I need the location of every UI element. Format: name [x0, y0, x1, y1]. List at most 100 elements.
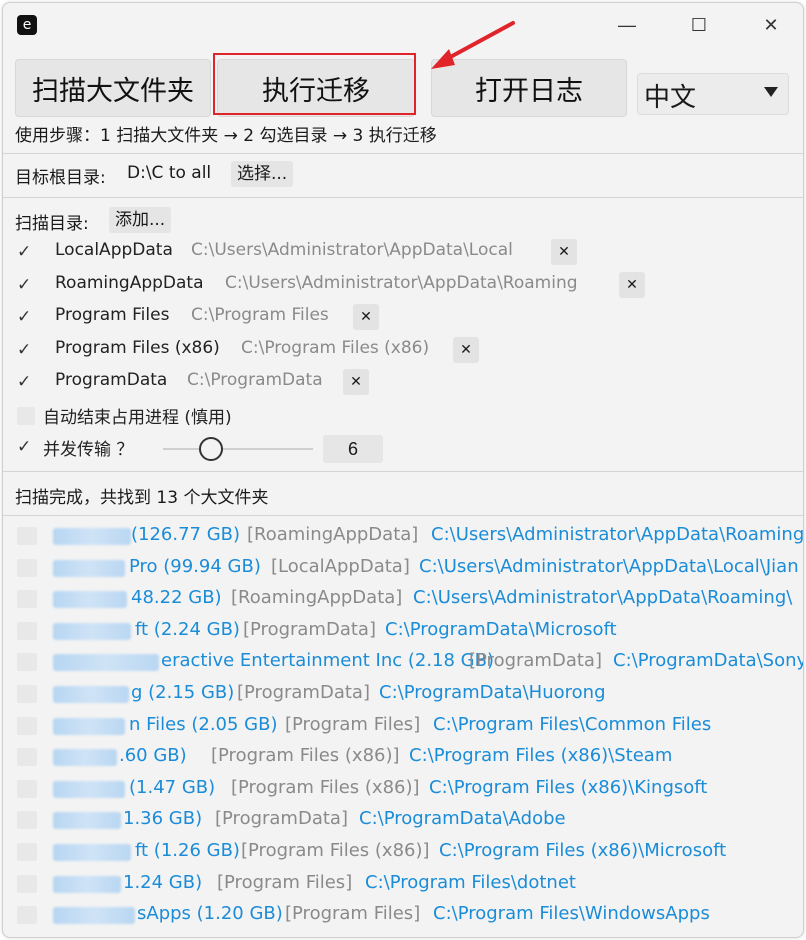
result-path[interactable]: C:\Users\Administrator\AppData\Roaming — [431, 524, 803, 545]
remove-dir-button[interactable]: ✕ — [551, 239, 577, 265]
result-path[interactable]: C:\ProgramData\Microsoft — [385, 619, 617, 640]
choose-target-button[interactable]: 选择... — [231, 161, 294, 187]
divider — [3, 515, 803, 516]
result-path[interactable]: C:\Program Files\dotnet — [365, 872, 576, 893]
result-path[interactable]: C:\Users\Administrator\AppData\Roaming\ — [413, 587, 792, 608]
dir-path: C:\Users\Administrator\AppData\Roaming — [225, 273, 578, 293]
result-name: sApps (1.20 GB) — [137, 903, 283, 925]
result-category: [Program Files] — [285, 713, 421, 735]
dir-name: Program Files — [55, 305, 170, 325]
result-row[interactable]: ft (1.26 GB) [Program Files (x86)] C:\Prog… — [3, 837, 803, 867]
redacted-name — [53, 528, 131, 545]
result-row[interactable]: ft (2.24 GB) [ProgramData] C:\ProgramData\… — [3, 616, 803, 646]
result-category: [ProgramData] — [237, 682, 370, 703]
result-row[interactable]: n Files (2.05 GB) [Program Files] C:\Progr… — [3, 711, 803, 741]
dir-path: C:\Program Files (x86) — [241, 338, 430, 358]
redacted-name — [53, 559, 125, 577]
result-category: [RoamingAppData] — [247, 524, 419, 545]
concurrency-slider-track[interactable] — [163, 448, 313, 450]
target-label: 目标根目录: — [15, 168, 106, 188]
checkbox[interactable]: ✓ — [17, 307, 31, 327]
divider — [3, 471, 803, 472]
result-category: [LocalAppData] — [271, 555, 410, 577]
result-row[interactable]: eractive Entertainment Inc (2.18 GB) [Pro… — [3, 647, 803, 677]
result-checkbox[interactable] — [17, 843, 37, 861]
concurrency-value[interactable]: 6 — [323, 435, 383, 463]
redacted-name — [53, 812, 121, 830]
chevron-down-icon — [764, 87, 778, 97]
scan-dir-row: ✓ LocalAppData C:\Users\Administrator\Ap… — [3, 237, 803, 267]
checkbox[interactable]: ✓ — [17, 372, 31, 392]
result-path[interactable]: C:\ProgramData\Adobe — [359, 808, 566, 829]
result-name: (126.77 GB) — [131, 524, 241, 545]
result-checkbox[interactable] — [17, 558, 37, 577]
dir-path: C:\Users\Administrator\AppData\Local — [191, 240, 513, 260]
result-path[interactable]: C:\Program Files (x86)\Kingsoft — [429, 777, 707, 798]
result-row[interactable]: 1.36 GB) [ProgramData] C:\ProgramData\Adob… — [3, 805, 803, 835]
scan-dirs-label: 扫描目录: — [15, 214, 89, 234]
dir-name: LocalAppData — [55, 240, 173, 260]
redacted-name — [53, 622, 131, 640]
concurrency-checkbox[interactable]: ✓ — [17, 437, 31, 457]
result-row[interactable]: (1.47 GB) [Program Files (x86)] C:\Program… — [3, 774, 803, 804]
result-path[interactable]: C:\Program Files (x86)\Steam — [409, 745, 672, 766]
language-select[interactable]: 中文 — [637, 73, 789, 115]
result-checkbox[interactable] — [17, 779, 37, 798]
result-checkbox[interactable] — [17, 621, 37, 640]
result-path[interactable]: C:\ProgramData\Huorong — [379, 682, 606, 703]
dir-path: C:\ProgramData — [187, 370, 323, 390]
remove-dir-button[interactable]: ✕ — [343, 369, 369, 395]
result-category: [Program Files] — [217, 871, 353, 893]
redacted-name — [53, 591, 127, 609]
result-checkbox[interactable] — [17, 653, 37, 672]
result-path[interactable]: C:\ProgramData\Sony — [613, 650, 803, 671]
result-path[interactable]: C:\Users\Administrator\AppData\Local\Jia… — [419, 556, 799, 577]
result-category: [ProgramData] — [469, 650, 602, 672]
app-window: e — ☐ ✕ 扫描大文件夹 执行迁移 打开日志 中文 使用步骤：1 扫描大文件… — [2, 2, 804, 938]
steps-text: 使用步骤：1 扫描大文件夹 → 2 勾选目录 → 3 执行迁移 — [15, 126, 437, 146]
result-checkbox[interactable] — [17, 874, 37, 893]
concurrency-row: ✓ 并发传输 ？ — [3, 432, 803, 462]
result-name: eractive Entertainment Inc (2.18 GB) — [161, 650, 494, 672]
dir-name: Program Files (x86) — [55, 338, 220, 358]
result-row[interactable]: Pro (99.94 GB) [LocalAppData] C:\Users\Adm… — [3, 553, 803, 583]
result-row[interactable]: 48.22 GB) [RoamingAppData] C:\Users\Admini… — [3, 584, 803, 614]
divider — [3, 197, 803, 198]
result-row[interactable]: .60 GB) [Program Files (x86)] C:\Program F… — [3, 742, 803, 772]
checkbox[interactable]: ✓ — [17, 242, 31, 262]
result-checkbox[interactable] — [17, 590, 37, 609]
result-row[interactable]: 1.24 GB) [Program Files] C:\Program Files\… — [3, 869, 803, 899]
redacted-name — [53, 780, 125, 798]
result-name: 1.24 GB) — [123, 871, 203, 893]
result-checkbox[interactable] — [17, 811, 37, 830]
checkbox[interactable]: ✓ — [17, 340, 31, 360]
result-name: .60 GB) — [119, 745, 187, 767]
result-category: [Program Files (x86)] — [211, 745, 400, 767]
remove-dir-button[interactable]: ✕ — [619, 272, 645, 298]
auto-kill-row: 自动结束占用进程 (慎用) — [3, 400, 803, 430]
result-row[interactable]: g (2.15 GB) [ProgramData] C:\ProgramData\H… — [3, 679, 803, 709]
target-value: D:\C to all — [127, 163, 212, 183]
divider — [3, 153, 803, 154]
auto-kill-label: 自动结束占用进程 (慎用) — [43, 408, 232, 428]
checkbox[interactable]: ✓ — [17, 275, 31, 295]
result-checkbox[interactable] — [17, 527, 37, 545]
result-path[interactable]: C:\Program Files\Common Files — [433, 714, 711, 735]
result-row[interactable]: sApps (1.20 GB) [Program Files] C:\Program… — [3, 900, 803, 930]
scan-dir-row: ✓ RoamingAppData C:\Users\Administrator\… — [3, 270, 803, 300]
remove-dir-button[interactable]: ✕ — [453, 337, 479, 363]
result-category: [RoamingAppData] — [231, 587, 403, 609]
auto-kill-checkbox[interactable] — [17, 407, 35, 425]
result-category: [ProgramData] — [215, 808, 348, 830]
result-checkbox[interactable] — [17, 906, 37, 925]
result-checkbox[interactable] — [17, 748, 37, 767]
result-row[interactable]: (126.77 GB) [RoamingAppData] C:\Users\Admi… — [3, 521, 803, 551]
add-dir-button[interactable]: 添加... — [109, 207, 172, 233]
result-path[interactable]: C:\Program Files (x86)\Microsoft — [439, 840, 726, 861]
result-path[interactable]: C:\Program Files\WindowsApps — [433, 903, 710, 924]
scan-dir-row: ✓ ProgramData C:\ProgramData ✕ — [3, 367, 803, 397]
concurrency-slider-thumb[interactable] — [199, 437, 223, 461]
result-checkbox[interactable] — [17, 685, 37, 703]
remove-dir-button[interactable]: ✕ — [353, 304, 379, 330]
result-checkbox[interactable] — [17, 716, 37, 735]
